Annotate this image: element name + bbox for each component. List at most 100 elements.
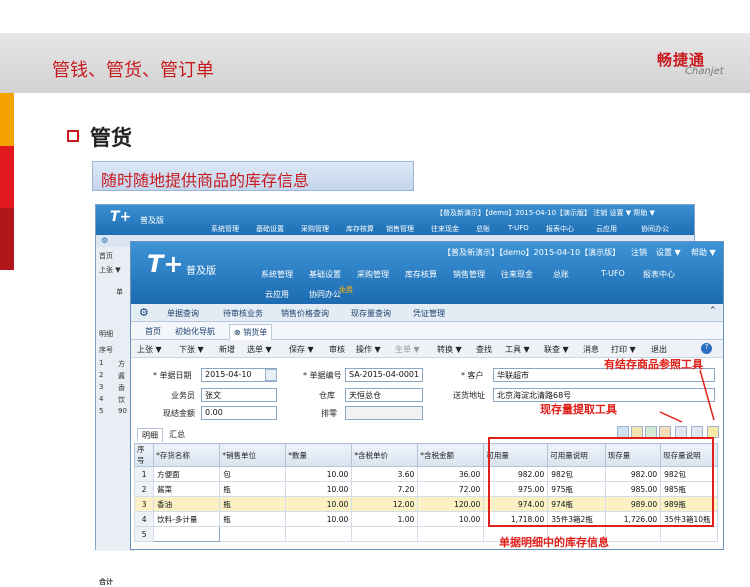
cell[interactable]: 120.00 xyxy=(417,496,485,512)
menu-cash[interactable]: 往来现金 xyxy=(501,269,533,280)
cell[interactable]: 10.00 xyxy=(285,496,353,512)
menu-system[interactable]: 系统管理 xyxy=(261,269,293,280)
toolbar-generate[interactable]: 生单 ▼ xyxy=(395,344,420,355)
back-menu-1[interactable]: 基础设置 xyxy=(256,224,284,234)
toolbar-prev[interactable]: 上张 ▼ xyxy=(137,344,162,355)
cell[interactable]: 36.00 xyxy=(417,466,485,482)
toolbar-select[interactable]: 选单 ▼ xyxy=(247,344,272,355)
cell[interactable]: 7.20 xyxy=(351,481,419,497)
menu-reports[interactable]: 报表中心 xyxy=(643,269,675,280)
toolbar-save[interactable]: 保存 ▼ xyxy=(289,344,314,355)
back-menu-6[interactable]: 总账 xyxy=(476,224,490,234)
cell[interactable]: 10.00 xyxy=(285,481,353,497)
salesman-field[interactable]: 张文 xyxy=(201,388,277,402)
cell[interactable] xyxy=(351,526,419,542)
back-menu-9[interactable]: 云应用 xyxy=(596,224,617,234)
help-icon[interactable]: ? xyxy=(701,343,712,354)
tab-detail[interactable]: 明细 xyxy=(137,428,163,442)
toolbar-find[interactable]: 查找 xyxy=(476,344,492,355)
col-qty[interactable]: *数量 xyxy=(285,443,353,467)
col-seq[interactable]: 序号 xyxy=(133,443,155,467)
back-left-total: 合计 xyxy=(99,578,113,586)
menu-cloud[interactable]: 云应用 xyxy=(265,289,289,300)
warehouse-field[interactable]: 天恒总仓 xyxy=(345,388,423,402)
back-menu-7[interactable]: T-UFO xyxy=(508,224,529,232)
back-left-item[interactable]: 明细 xyxy=(99,329,113,339)
col-amount[interactable]: *含税金额 xyxy=(417,443,485,467)
subnav-voucher[interactable]: 凭证管理 xyxy=(413,308,445,319)
item-input-cell[interactable] xyxy=(153,526,221,542)
close-icon[interactable]: ⊗ xyxy=(234,328,241,337)
cell[interactable]: 10.00 xyxy=(417,511,485,527)
sort-field[interactable] xyxy=(345,406,423,420)
subnav-stock-query[interactable]: 现存量查询 xyxy=(351,308,391,319)
cell: 5 xyxy=(133,526,155,542)
subnav-price-query[interactable]: 销售价格查询 xyxy=(281,308,329,319)
cell[interactable]: 10.00 xyxy=(285,511,353,527)
cell[interactable]: 3.60 xyxy=(351,466,419,482)
toolbar-operate[interactable]: 操作 ▼ xyxy=(356,344,381,355)
toolbar-audit[interactable]: 审核 xyxy=(329,344,345,355)
cell[interactable]: 12.00 xyxy=(351,496,419,512)
tab-home[interactable]: 首页 xyxy=(145,326,161,337)
toolbar-exit[interactable]: 退出 xyxy=(651,344,667,355)
cell[interactable]: 瓶 xyxy=(219,481,287,497)
back-left-item[interactable]: 首页 xyxy=(99,251,113,261)
gear-icon[interactable]: ⚙ xyxy=(139,306,149,319)
cell[interactable]: 香油 xyxy=(153,496,221,512)
toolbar-message[interactable]: 消息 xyxy=(583,344,599,355)
logout-link[interactable]: 注销 xyxy=(631,247,647,258)
number-field[interactable]: SA-2015-04-0001 xyxy=(345,368,423,382)
toolbar-print[interactable]: 打印 ▼ xyxy=(611,344,636,355)
menu-collab[interactable]: 协同办公 xyxy=(309,289,341,300)
tab-sales-doc[interactable]: ⊗ 销货单 xyxy=(229,324,273,340)
col-item[interactable]: *存货名称 xyxy=(153,443,221,467)
toolbar-convert[interactable]: 转换 ▼ xyxy=(437,344,462,355)
amount-field[interactable]: 0.00 xyxy=(201,406,277,420)
cell[interactable]: 方便面 xyxy=(153,466,221,482)
front-subnav: ⚙ 单据查询 待审核业务 销售价格查询 现存量查询 凭证管理 ⌃ xyxy=(131,304,723,322)
back-menu-3[interactable]: 库存核算 xyxy=(346,224,374,234)
menu-basic[interactable]: 基础设置 xyxy=(309,269,341,280)
collapse-icon[interactable]: ⌃ xyxy=(709,306,717,316)
toolbar-link[interactable]: 联查 ▼ xyxy=(544,344,569,355)
back-menu-2[interactable]: 采购管理 xyxy=(301,224,329,234)
subnav-doc-query[interactable]: 单据查询 xyxy=(167,308,199,319)
cell xyxy=(604,526,662,542)
cell[interactable] xyxy=(417,526,485,542)
menu-tufo[interactable]: T-UFO xyxy=(601,269,625,278)
back-menu-8[interactable]: 报表中心 xyxy=(546,224,574,234)
cell[interactable]: 72.00 xyxy=(417,481,485,497)
cell[interactable]: 10.00 xyxy=(285,466,353,482)
menu-purchase[interactable]: 采购管理 xyxy=(357,269,389,280)
back-menu-10[interactable]: 协同办公 xyxy=(641,224,669,234)
back-menu-0[interactable]: 系统管理 xyxy=(211,224,239,234)
cell[interactable]: 瓶 xyxy=(219,511,287,527)
calendar-icon[interactable] xyxy=(265,369,277,381)
cell[interactable]: 饮料-多计量 xyxy=(153,511,221,527)
cell[interactable]: 酱菜 xyxy=(153,481,221,497)
help-link[interactable]: 帮助 ▼ xyxy=(691,247,716,258)
menu-sales[interactable]: 销售管理 xyxy=(453,269,485,280)
menu-inventory[interactable]: 库存核算 xyxy=(405,269,437,280)
subnav-pending[interactable]: 待审核业务 xyxy=(223,308,263,319)
tab-init-nav[interactable]: 初始化导航 xyxy=(175,326,215,337)
cell[interactable]: 1.00 xyxy=(351,511,419,527)
toolbar-new[interactable]: 新增 xyxy=(219,344,235,355)
cell[interactable]: 瓶 xyxy=(219,496,287,512)
cell[interactable] xyxy=(219,526,287,542)
back-menu-5[interactable]: 往来现金 xyxy=(431,224,459,234)
col-price[interactable]: *含税单价 xyxy=(351,443,419,467)
toolbar-tools[interactable]: 工具 ▼ xyxy=(505,344,530,355)
cell[interactable] xyxy=(285,526,353,542)
toolbar-next[interactable]: 下张 ▼ xyxy=(179,344,204,355)
tab-summary[interactable]: 汇总 xyxy=(165,428,189,441)
back-menu-4[interactable]: 销售管理 xyxy=(386,224,414,234)
table-row-empty[interactable]: 5 xyxy=(133,526,718,542)
settings-link[interactable]: 设置 ▼ xyxy=(656,247,681,258)
menu-ledger[interactable]: 总账 xyxy=(553,269,569,280)
col-unit[interactable]: *销售单位 xyxy=(219,443,287,467)
back-left-item[interactable]: 上张 ▼ xyxy=(99,265,121,275)
back-gear-icon[interactable]: ⚙ xyxy=(101,236,108,245)
cell[interactable]: 包 xyxy=(219,466,287,482)
